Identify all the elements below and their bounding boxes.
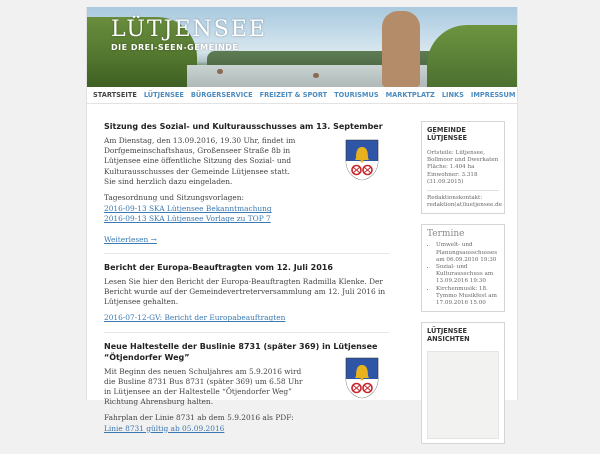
site-subtitle: DIE DREI-SEEN-GEMEINDE [111,43,239,52]
nav-item-links[interactable]: LINKS [442,91,464,99]
widget-gemeinde: GEMEINDE LÜTJENSEE Ortsteile: Lütjensee,… [421,121,505,215]
widget-text: Ortsteile: Lütjensee, Bollmoor und Dwerk… [427,150,499,164]
widget-text: Fläche: 1.404 ha [427,164,475,171]
coat-of-arms-icon [345,139,379,181]
event-item[interactable]: Kirchenmusik: 18. Tymmo Musikfest am 17.… [436,286,499,308]
event-item[interactable]: Umwelt- und Planungsausschusses am 06.09… [436,242,499,264]
post-link[interactable]: 2016-09-13 SKA Lütjensee Vorlage zu TOP … [104,214,271,223]
nav-item-luetjensee[interactable]: LÜTJENSEE [144,91,184,99]
widget-text: Redaktionskontakt: redaktion(at)luetjens… [427,195,503,209]
event-item[interactable]: Sozial- und Kulturausschuss am 13.09.201… [436,264,499,286]
divider [427,190,499,192]
main-nav: STARTSEITE LÜTJENSEE BÜRGERSERVICE FREIZ… [87,87,517,104]
post: Sitzung des Sozial- und Kulturausschusse… [104,121,389,245]
post-text: Am Dienstag, den 13.09.2016, 19.30 Uhr, … [104,136,304,187]
divider [104,331,389,333]
post-paragraph: Am Dienstag, den 13.09.2016, 19.30 Uhr, … [104,136,296,176]
divider [104,252,389,254]
nav-item-marktplatz[interactable]: MARKTPLATZ [386,91,435,99]
nav-item-buergerservice[interactable]: BÜRGERSERVICE [191,91,253,99]
widget-ansichten: LÜTJENSEE ANSICHTEN [421,322,505,445]
nav-item-freizeit-sport[interactable]: FREIZEIT & SPORT [260,91,328,99]
post-link[interactable]: 2016-07-12-GV: Bericht der Europabeauftr… [104,313,285,322]
post-list: Sitzung des Sozial- und Kulturausschusse… [104,121,389,442]
post-paragraph: Fahrplan der Linie 8731 ab dem 5.9.2016 … [104,413,294,423]
widget-title: LÜTJENSEE ANSICHTEN [427,327,470,344]
read-more-link[interactable]: Weiterlesen → [104,235,157,245]
photo-image[interactable] [427,351,499,440]
site-title[interactable]: LÜTJENSEE [111,17,267,42]
swimmer [313,73,319,78]
post-text: Fahrplan der Linie 8731 ab dem 5.9.2016 … [104,413,304,433]
nav-item-impressum[interactable]: IMPRESSUM [471,91,516,99]
post-text: Tagesordnung und Sitzungsvorlagen: [104,193,244,203]
event-list: Umwelt- und Planungsausschusses am 06.09… [427,242,499,307]
banner-person [382,11,420,87]
header-banner: LÜTJENSEE DIE DREI-SEEN-GEMEINDE [87,7,517,87]
widget-title: Termine [427,229,465,240]
post: Neue Haltestelle der Buslinie 8731 (spät… [104,341,389,434]
post-paragraph: Sie sind herzlich dazu eingeladen. [104,176,233,186]
widget-title: GEMEINDE LÜTJENSEE [427,126,468,142]
post-link[interactable]: 2016-09-13 SKA Lütjensee Bekanntmachung [104,204,272,213]
post-text: Mit Beginn des neuen Schuljahres am 5.9.… [104,366,303,407]
reeds-right [427,25,517,87]
widget-text: Einwohner: 3.318 (31.09.2015) [427,171,478,185]
post: Bericht der Europa-Beauftragten vom 12. … [104,262,389,324]
post-title[interactable]: Bericht der Europa-Beauftragten vom 12. … [104,262,389,273]
post-link[interactable]: Linie 8731 gültig ab 05.09.2016 [104,424,224,433]
swimmer [217,69,223,74]
widget-termine: Termine Umwelt- und Planungsausschusses … [421,224,505,313]
post-text: Lesen Sie hier den Bericht der Europa-Be… [104,276,386,307]
sidebar: GEMEINDE LÜTJENSEE Ortsteile: Lütjensee,… [421,121,505,454]
nav-item-tourismus[interactable]: TOURISMUS [334,91,378,99]
coat-of-arms-icon [345,357,379,398]
nav-item-startseite[interactable]: STARTSEITE [93,91,137,99]
post-title[interactable]: Sitzung des Sozial- und Kulturausschusse… [104,121,389,132]
